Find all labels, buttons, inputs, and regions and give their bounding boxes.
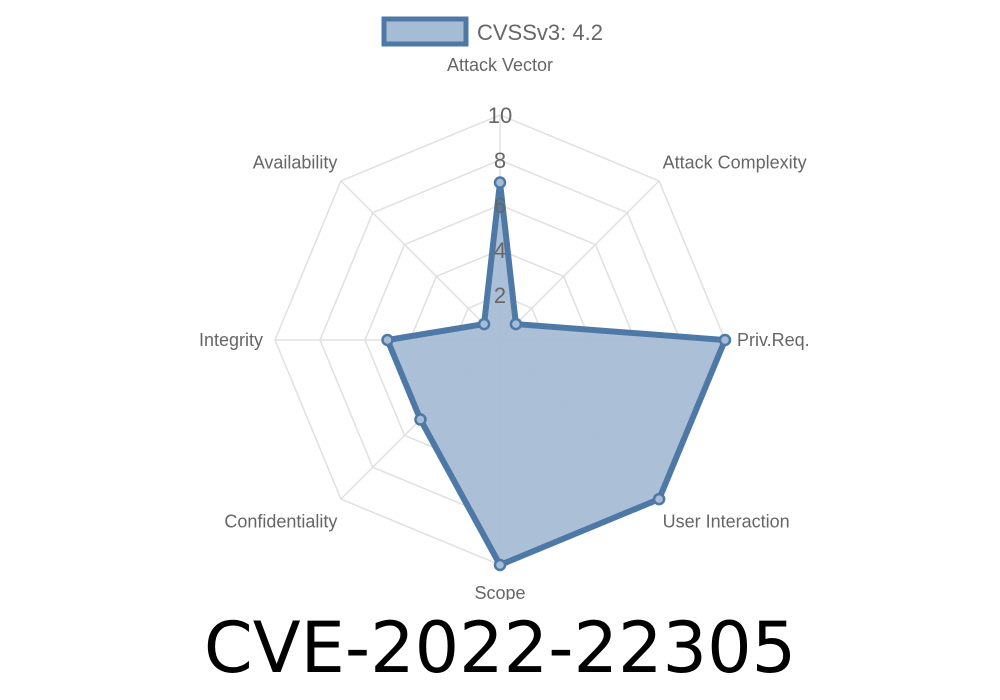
- tick-label: 10: [488, 103, 512, 128]
- legend: CVSSv3: 4.2: [381, 16, 603, 47]
- data-point-integrity: [381, 333, 394, 347]
- axis-label-attack-vector: Attack Vector: [447, 55, 553, 75]
- cve-title: CVE-2022-22305: [203, 607, 797, 689]
- radar-chart: CVSSv3: 4.2 2 4 6 8 10 Attack Vector Attack C…: [199, 16, 810, 600]
- tick-label: 2: [494, 283, 506, 308]
- axis-label-availability: Availability: [253, 152, 338, 172]
- tick-label: 4: [494, 238, 506, 263]
- legend-swatch: [381, 16, 469, 47]
- axis-label-user-interaction: User Interaction: [663, 512, 790, 532]
- tick-label: 8: [494, 148, 506, 173]
- axis-label-priv-req: Priv.Req.: [737, 330, 810, 350]
- data-point-scope: [493, 558, 507, 572]
- axis-label-attack-complexity: Attack Complexity: [663, 152, 807, 172]
- data-point-attack-vector: [493, 176, 507, 189]
- axis-label-scope: Scope: [474, 583, 525, 600]
- tick-label: 6: [494, 193, 506, 218]
- data-point-attack-complexity: [509, 317, 523, 331]
- data-point-user-interaction: [652, 492, 666, 506]
- data-point-availability: [477, 317, 491, 331]
- axis-label-integrity: Integrity: [199, 330, 263, 350]
- data-point-priv-req: [718, 333, 732, 347]
- data-point-confidentiality: [414, 413, 427, 426]
- axis-label-confidentiality: Confidentiality: [224, 512, 337, 532]
- legend-label: CVSSv3: 4.2: [477, 20, 603, 45]
- series-area: [383, 182, 730, 569]
